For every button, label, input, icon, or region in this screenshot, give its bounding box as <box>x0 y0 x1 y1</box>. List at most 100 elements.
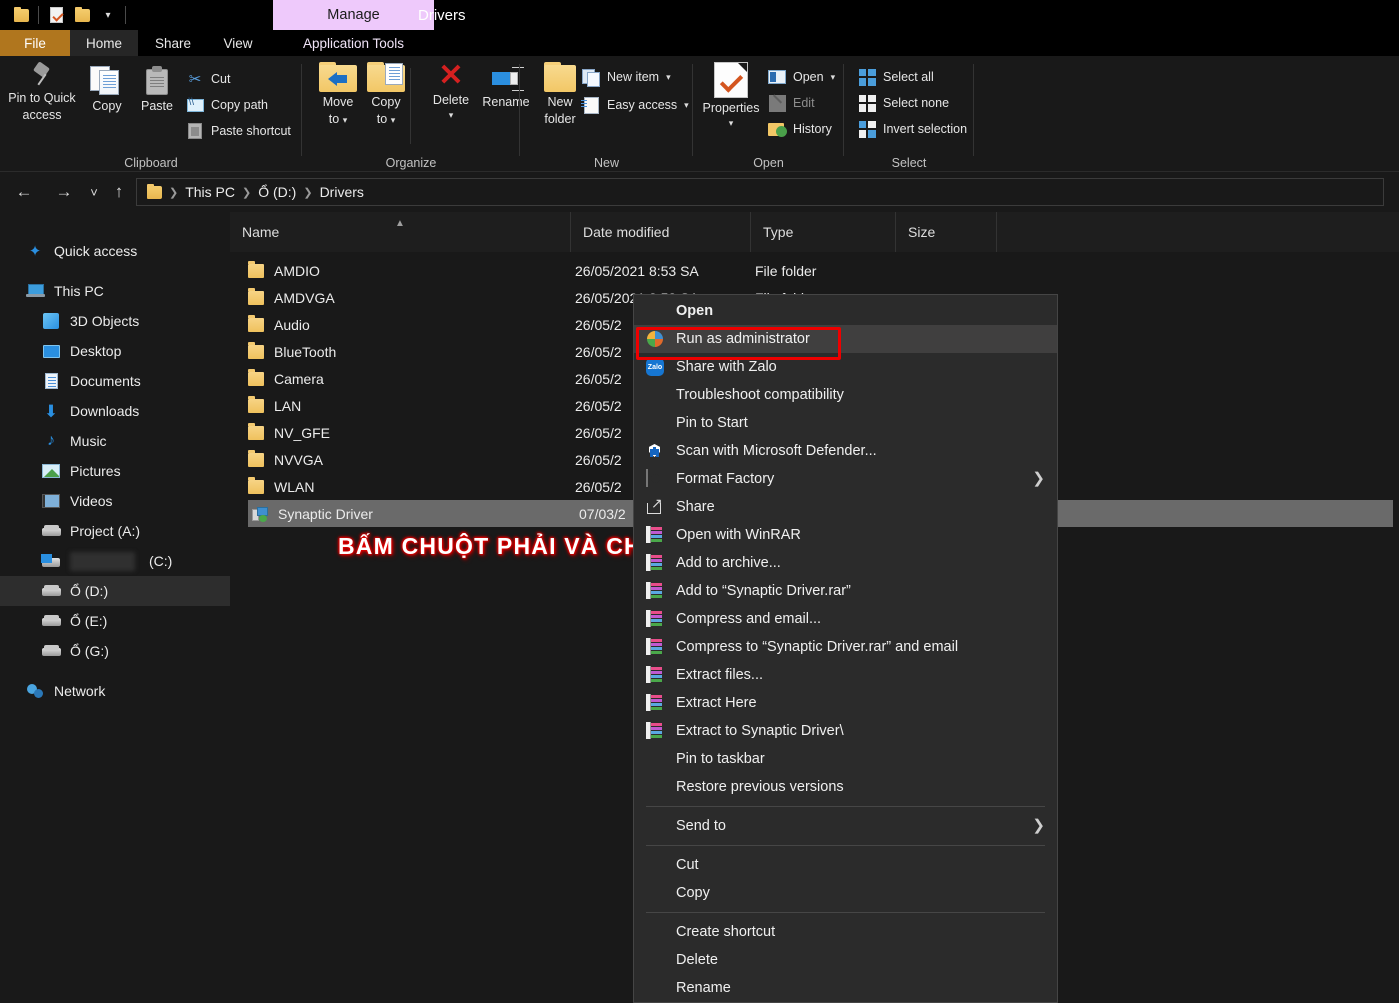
file-name-cell: LAN <box>248 398 301 414</box>
breadcrumb-item-this-pc[interactable]: This PC <box>179 184 241 200</box>
breadcrumb[interactable]: ❯ This PC ❯ Ổ (D:) ❯ Drivers <box>136 178 1384 206</box>
winrar-icon <box>646 582 664 600</box>
open-button[interactable]: Open ▾ <box>768 68 835 86</box>
date-modified-cell: 26/05/2021 8:53 SA <box>575 263 699 279</box>
breadcrumb-item-drivers[interactable]: Drivers <box>314 184 370 200</box>
easy-access-button[interactable]: Easy access ▾ <box>582 96 689 114</box>
tab-application-tools[interactable]: Application Tools <box>268 30 439 56</box>
qat-properties-icon[interactable] <box>43 0 69 30</box>
qat-folder-icon[interactable] <box>8 0 34 30</box>
recent-locations-button[interactable]: ˅ <box>81 180 107 204</box>
menu-item-restore-previous-versions[interactable]: Restore previous versions <box>634 773 1057 801</box>
type-cell: File folder <box>755 263 816 279</box>
menu-item-compress-and-email[interactable]: Compress and email... <box>634 605 1057 633</box>
sidebar-item-music[interactable]: ♪ Music <box>0 426 230 456</box>
tab-file[interactable]: File <box>0 30 70 56</box>
sidebar-item-this-pc[interactable]: This PC <box>0 276 230 306</box>
breadcrumb-item-d-drive[interactable]: Ổ (D:) <box>252 184 302 200</box>
menu-item-send-to[interactable]: Send to ❯ <box>634 812 1057 840</box>
menu-item-open-with-winrar[interactable]: Open with WinRAR <box>634 521 1057 549</box>
menu-item-add-to-named-archive[interactable]: Add to “Synaptic Driver.rar” <box>634 577 1057 605</box>
menu-item-troubleshoot-compatibility[interactable]: Troubleshoot compatibility <box>634 381 1057 409</box>
column-header-size[interactable]: Size <box>895 212 996 252</box>
column-header-date-modified[interactable]: Date modified <box>570 212 750 252</box>
music-icon: ♪ <box>41 431 61 451</box>
tab-home[interactable]: Home <box>70 30 138 56</box>
copy-to-button[interactable]: Copy to ▾ <box>350 62 422 127</box>
menu-item-share[interactable]: Share <box>634 493 1057 521</box>
menu-item-format-factory[interactable]: Format Factory ❯ <box>634 465 1057 493</box>
menu-item-pin-to-taskbar[interactable]: Pin to taskbar <box>634 745 1057 773</box>
menu-item-delete[interactable]: Delete <box>634 946 1057 974</box>
menu-item-extract-files[interactable]: Extract files... <box>634 661 1057 689</box>
pin-to-quick-access-button[interactable]: Pin to Quick access <box>6 62 78 122</box>
ribbon-group-new: New folder New item ▾ Easy access ▾ New <box>520 56 693 172</box>
up-button[interactable]: ↑ <box>106 180 132 204</box>
tab-view[interactable]: View <box>208 30 268 56</box>
copy-path-button[interactable]: Copy path <box>186 96 268 114</box>
sidebar-item-project-a[interactable]: Project (A:) <box>0 516 230 546</box>
sidebar-item-3d-objects[interactable]: 3D Objects <box>0 306 230 336</box>
invert-selection-button[interactable]: Invert selection <box>858 120 967 138</box>
menu-item-extract-here[interactable]: Extract Here <box>634 689 1057 717</box>
sidebar-item-c-drive[interactable]: (C:) <box>0 546 230 576</box>
star-icon: ✦ <box>25 241 45 261</box>
paste-button[interactable]: Paste <box>130 66 184 113</box>
menu-item-pin-to-start[interactable]: Pin to Start <box>634 409 1057 437</box>
file-name-cell: NV_GFE <box>248 425 330 441</box>
menu-item-create-shortcut[interactable]: Create shortcut <box>634 918 1057 946</box>
qat-new-folder-icon[interactable] <box>69 0 95 30</box>
menu-item-open[interactable]: Open <box>634 297 1057 325</box>
sidebar-item-downloads[interactable]: ⬇ Downloads <box>0 396 230 426</box>
contextual-tab-group-manage[interactable]: Manage <box>273 0 434 30</box>
easy-access-label: Easy access <box>607 98 677 112</box>
sidebar-item-label: (C:) <box>149 553 172 569</box>
paste-shortcut-button[interactable]: Paste shortcut <box>186 122 291 140</box>
sidebar-item-d-drive[interactable]: Ổ (D:) <box>0 576 230 606</box>
sidebar-item-documents[interactable]: Documents <box>0 366 230 396</box>
select-none-button[interactable]: Select none <box>858 94 949 112</box>
winrar-icon <box>646 526 664 544</box>
forward-button[interactable]: → <box>51 180 77 204</box>
redacted-drive-name <box>70 552 135 571</box>
column-header-label: Size <box>908 224 935 240</box>
sidebar-item-videos[interactable]: Videos <box>0 486 230 516</box>
menu-item-scan-with-microsoft-defender[interactable]: Scan with Microsoft Defender... <box>634 437 1057 465</box>
menu-item-share-with-zalo[interactable]: Zalo Share with Zalo <box>634 353 1057 381</box>
select-all-button[interactable]: Select all <box>858 68 934 86</box>
column-header-type[interactable]: Type <box>750 212 895 252</box>
tab-share[interactable]: Share <box>138 30 208 56</box>
table-row[interactable]: AMDIO 26/05/2021 8:53 SA File folder <box>236 257 1393 284</box>
sidebar-item-pictures[interactable]: Pictures <box>0 456 230 486</box>
ribbon-group-label-open: Open <box>693 156 844 170</box>
msi-installer-icon <box>252 507 268 521</box>
column-header-name[interactable]: Name ▲ <box>230 212 570 252</box>
history-button[interactable]: History <box>768 120 832 138</box>
pin-to-quick-access-label-2: access <box>23 108 62 122</box>
sidebar-item-desktop[interactable]: Desktop <box>0 336 230 366</box>
sidebar-item-quick-access[interactable]: ✦ Quick access <box>0 236 230 266</box>
new-folder-label-1: New <box>547 95 572 109</box>
menu-item-add-to-archive[interactable]: Add to archive... <box>634 549 1057 577</box>
menu-item-rename[interactable]: Rename <box>634 974 1057 1002</box>
new-item-button[interactable]: New item ▾ <box>582 68 671 86</box>
menu-item-extract-to-folder[interactable]: Extract to Synaptic Driver\ <box>634 717 1057 745</box>
menu-item-copy[interactable]: Copy <box>634 879 1057 907</box>
menu-item-compress-to-named-archive-and-email[interactable]: Compress to “Synaptic Driver.rar” and em… <box>634 633 1057 661</box>
copy-path-icon <box>186 96 204 114</box>
menu-item-cut[interactable]: Cut <box>634 851 1057 879</box>
sidebar-item-label: Desktop <box>70 343 121 359</box>
copy-to-icon <box>367 62 405 92</box>
copy-button[interactable]: Copy <box>80 66 134 113</box>
chevron-down-icon: ▾ <box>684 100 689 111</box>
sidebar-item-network[interactable]: Network <box>0 676 230 706</box>
qat-chevron-down-icon[interactable]: ▾ <box>95 0 121 30</box>
sidebar-item-e-drive[interactable]: Ổ (E:) <box>0 606 230 636</box>
back-button[interactable]: ← <box>11 180 37 204</box>
cut-button[interactable]: ✂ Cut <box>186 70 230 88</box>
properties-button[interactable]: Properties ▾ <box>695 62 767 129</box>
edit-icon <box>768 94 786 112</box>
edit-button[interactable]: Edit <box>768 94 815 112</box>
menu-item-run-as-administrator[interactable]: Run as administrator <box>634 325 1057 353</box>
sidebar-item-g-drive[interactable]: Ổ (G:) <box>0 636 230 666</box>
